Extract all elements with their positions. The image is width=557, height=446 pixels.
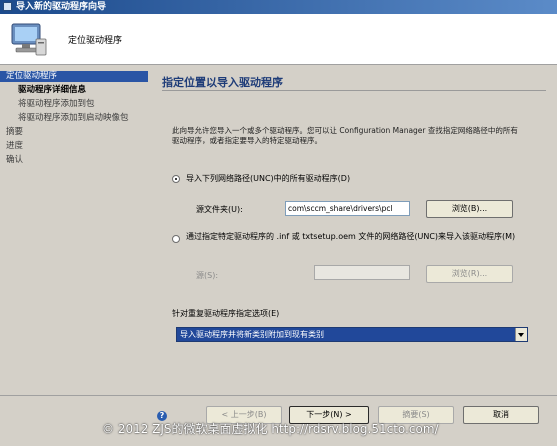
chevron-down-icon[interactable] xyxy=(515,328,527,341)
nav-step-confirmation[interactable]: 确认 xyxy=(6,155,23,166)
import-specific-label: 通过指定特定驱动程序的 .inf 或 txtsetup.oem 文件的网络路径(… xyxy=(186,232,516,241)
wizard-header: 定位驱动程序 xyxy=(0,14,557,65)
nav-step-progress[interactable]: 进度 xyxy=(6,141,23,152)
heading-divider xyxy=(162,90,546,91)
duplicate-options-value: 导入驱动程序并将新类别附加到现有类别 xyxy=(180,330,324,339)
import-all-label: 导入下列网络路径(UNC)中的所有驱动程序(D) xyxy=(186,174,351,183)
window-title: 导入新的驱动程序向导 xyxy=(16,2,107,12)
source-folder-input[interactable]: com\sccm_share\drivers\pcl xyxy=(285,201,410,216)
browse-source-folder-button[interactable]: 浏览(B)... xyxy=(426,200,513,218)
wizard-content: 指定位置以导入驱动程序 此向导允许您导入一个或多个驱动程序。您可以让 Confi… xyxy=(148,65,557,395)
nav-step-add-to-boot-image[interactable]: 将驱动程序添加到启动映像包 xyxy=(18,113,129,124)
source-input[interactable] xyxy=(314,265,410,280)
wizard-app-icon xyxy=(3,2,12,11)
watermark-text: © 2012 ZJS的微软桌面虚拟化 http://rdsrv.blog.51c… xyxy=(102,422,439,436)
page-heading: 指定位置以导入驱动程序 xyxy=(162,76,283,89)
cancel-button[interactable]: 取消 xyxy=(463,406,539,424)
wizard-steps-nav: 定位驱动程序 驱动程序详细信息 将驱动程序添加到包 将驱动程序添加到启动映像包 … xyxy=(0,65,148,395)
import-specific-radio[interactable] xyxy=(172,235,180,243)
source-folder-label: 源文件夹(U): xyxy=(196,205,243,214)
import-all-radio[interactable] xyxy=(172,175,180,183)
computer-driver-icon xyxy=(11,23,47,56)
duplicate-options-dropdown[interactable]: 导入驱动程序并将新类别附加到现有类别 xyxy=(176,327,528,342)
nav-step-locate-driver[interactable]: 定位驱动程序 xyxy=(0,71,148,82)
browse-source-button[interactable]: 浏览(R)... xyxy=(426,265,513,283)
header-title: 定位驱动程序 xyxy=(68,36,123,46)
source-label: 源(S): xyxy=(196,271,219,280)
nav-step-add-to-package[interactable]: 将驱动程序添加到包 xyxy=(18,99,95,110)
page-description: 此向导允许您导入一个或多个驱动程序。您可以让 Configuration Man… xyxy=(172,126,518,145)
nav-step-driver-details[interactable]: 驱动程序详细信息 xyxy=(18,85,86,96)
title-bar: 导入新的驱动程序向导 xyxy=(0,0,557,14)
duplicate-options-label: 针对重复驱动程序指定选项(E) xyxy=(172,309,280,318)
nav-step-summary[interactable]: 摘要 xyxy=(6,127,23,138)
